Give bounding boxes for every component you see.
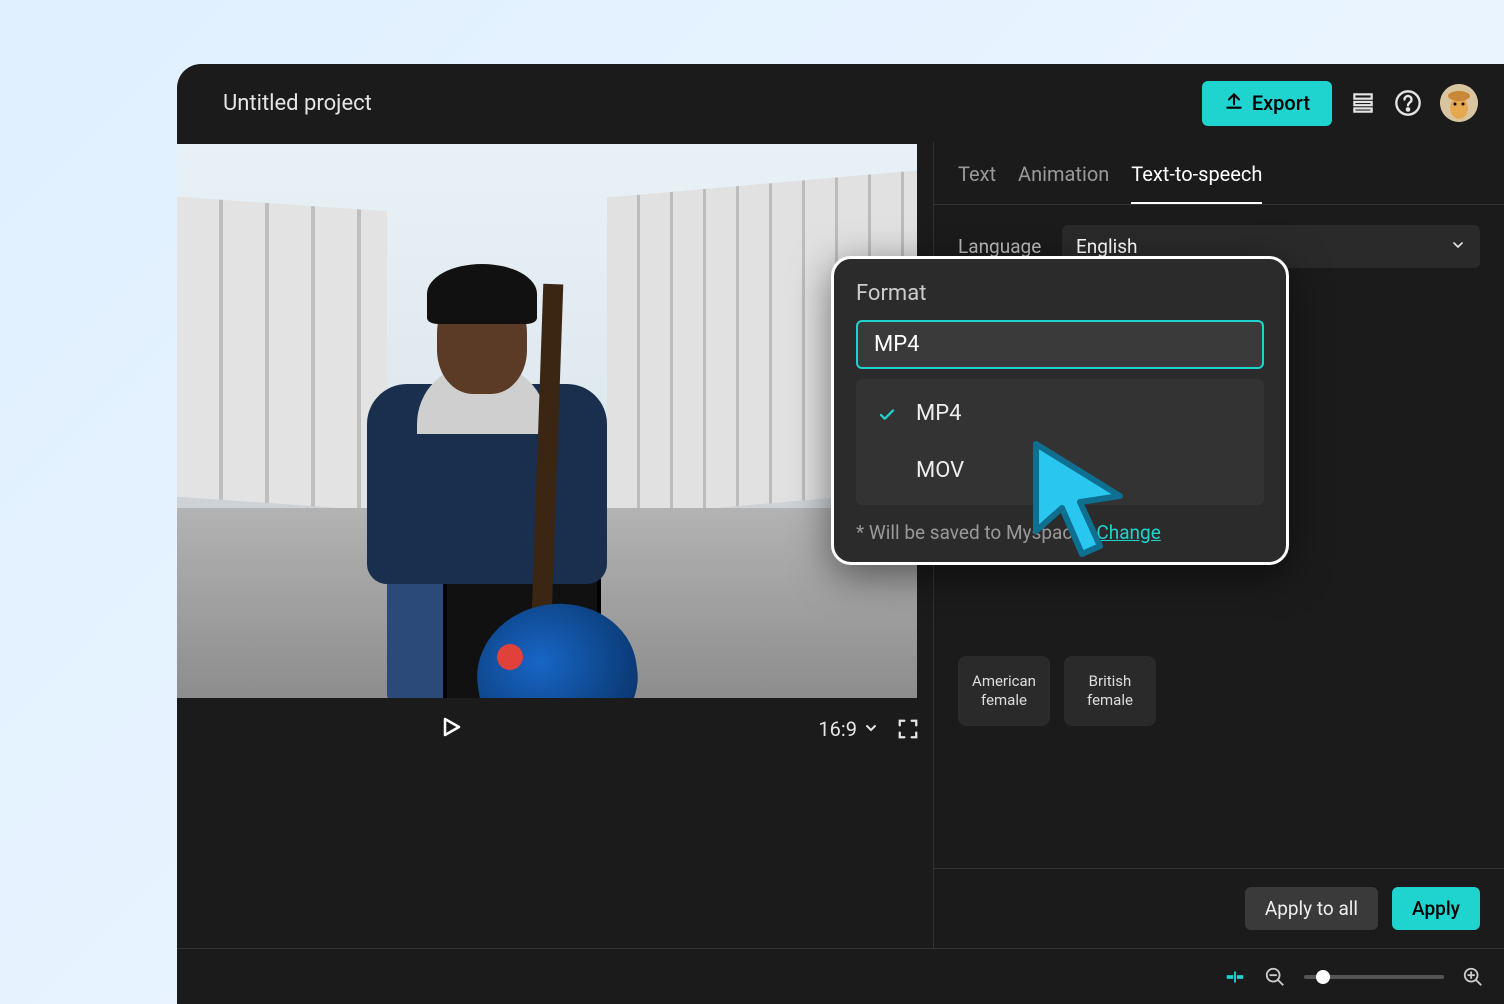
- zoom-slider[interactable]: [1304, 975, 1444, 979]
- format-option-mp4[interactable]: MP4: [856, 385, 1264, 442]
- save-note: * Will be saved to Myspace: [856, 521, 1082, 544]
- format-option-mov[interactable]: MOV: [856, 442, 1264, 499]
- upload-icon: [1224, 91, 1244, 116]
- aspect-ratio-label: 16:9: [818, 717, 857, 741]
- tab-animation[interactable]: Animation: [1018, 162, 1109, 204]
- format-options: MP4 MOV: [856, 379, 1264, 505]
- header: Untitled project Export: [177, 64, 1504, 142]
- zoom-out-button[interactable]: [1264, 966, 1286, 988]
- export-button[interactable]: Export: [1202, 81, 1332, 126]
- tab-text-to-speech[interactable]: Text-to-speech: [1131, 162, 1262, 204]
- apply-to-all-button[interactable]: Apply to all: [1245, 887, 1378, 930]
- layers-icon[interactable]: [1350, 90, 1376, 116]
- tabs: Text Animation Text-to-speech: [934, 142, 1504, 205]
- format-popup: Format MP4 MP4 MOV * Will be saved to My…: [831, 256, 1289, 565]
- header-actions: Export: [1202, 81, 1478, 126]
- voice-american-female[interactable]: American female: [958, 656, 1050, 726]
- fullscreen-icon[interactable]: [897, 718, 919, 740]
- language-label: Language: [958, 235, 1048, 258]
- export-button-label: Export: [1252, 91, 1310, 115]
- format-popup-title: Format: [856, 281, 1264, 306]
- snap-icon[interactable]: [1224, 966, 1246, 988]
- help-icon[interactable]: [1394, 89, 1422, 117]
- check-icon: [878, 405, 896, 430]
- panel-footer: Apply to all Apply: [934, 868, 1504, 948]
- format-select-value: MP4: [874, 332, 919, 357]
- preview-pane: 16:9: [177, 142, 933, 948]
- tab-text[interactable]: Text: [958, 162, 996, 204]
- format-option-label: MOV: [916, 458, 964, 483]
- chevron-down-icon: [863, 717, 879, 741]
- play-button[interactable]: [439, 715, 463, 743]
- format-popup-footer: * Will be saved to Myspace Change: [856, 521, 1264, 544]
- preview-image: [177, 144, 917, 698]
- bottom-bar: [177, 948, 1504, 1004]
- project-title: Untitled project: [223, 91, 372, 116]
- apply-button[interactable]: Apply: [1392, 887, 1480, 930]
- voice-british-female[interactable]: British female: [1064, 656, 1156, 726]
- zoom-in-button[interactable]: [1462, 966, 1484, 988]
- voice-grid: American female British female: [958, 656, 1480, 726]
- format-select[interactable]: MP4: [856, 320, 1264, 369]
- change-link[interactable]: Change: [1096, 521, 1160, 544]
- preview-controls: 16:9: [177, 698, 933, 760]
- avatar[interactable]: [1440, 84, 1478, 122]
- language-value: English: [1076, 235, 1137, 258]
- format-option-label: MP4: [916, 401, 961, 426]
- chevron-down-icon: [1450, 235, 1466, 258]
- zoom-slider-thumb[interactable]: [1316, 970, 1330, 984]
- aspect-ratio-selector[interactable]: 16:9: [818, 717, 879, 741]
